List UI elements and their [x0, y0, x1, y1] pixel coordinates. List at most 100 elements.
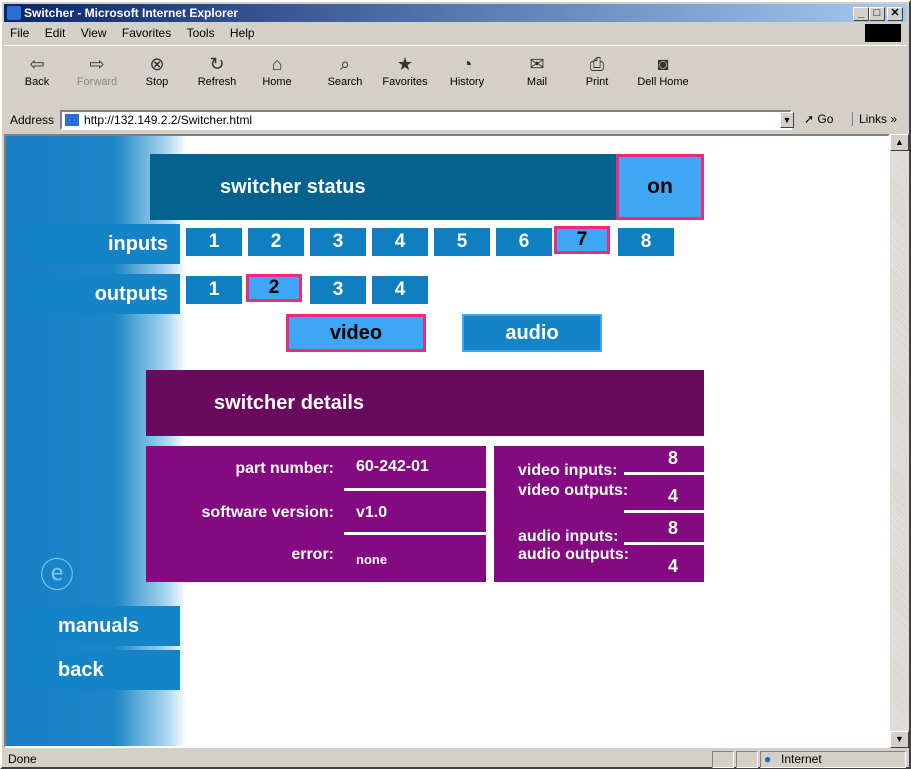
output-3-button[interactable]: 3 — [310, 276, 366, 304]
back-button[interactable]: ⇦ Back — [12, 52, 62, 98]
audio-button[interactable]: audio — [462, 314, 602, 352]
go-arrow-icon: ➚ — [804, 112, 815, 126]
audio-inputs-value: 8 — [668, 518, 679, 538]
audio-outputs-label: audio outputs: — [518, 546, 630, 563]
e-logo-icon: ⓔ — [40, 557, 74, 595]
favorites-icon: ★ — [396, 54, 414, 74]
title-bar: Switcher - Microsoft Internet Explorer _… — [4, 4, 907, 22]
history-button[interactable]: ◔ History — [442, 52, 492, 98]
close-button[interactable]: ✕ — [887, 7, 903, 21]
home-button[interactable]: ⌂ Home — [252, 52, 302, 98]
home-icon: ⌂ — [271, 54, 283, 74]
input-7-button[interactable]: 7 — [554, 226, 610, 254]
status-bar: Done ● Internet — [4, 750, 907, 769]
back-arrow-icon: ⇦ — [29, 54, 45, 74]
menu-file[interactable]: File — [4, 23, 35, 43]
refresh-button[interactable]: ↻ Refresh — [192, 52, 242, 98]
menu-edit[interactable]: Edit — [39, 23, 72, 43]
audio-outputs-value: 4 — [668, 556, 679, 576]
software-version-value: v1.0 — [356, 504, 388, 521]
video-outputs-value: 4 — [668, 486, 679, 506]
input-4-button[interactable]: 4 — [372, 228, 428, 256]
switcher-status-panel: switcher status — [150, 154, 616, 220]
menu-help[interactable]: Help — [224, 23, 261, 43]
audio-inputs-label: audio inputs: — [518, 528, 619, 545]
search-button[interactable]: ⌕ Search — [320, 52, 370, 98]
vertical-scrollbar[interactable]: ▲ ▼ — [890, 134, 909, 748]
page-icon — [65, 114, 79, 126]
input-5-button[interactable]: 5 — [434, 228, 490, 256]
toolbar: ⇦ Back ⇨ Forward ⊗ Stop ↻ Refresh ⌂ Home… — [4, 45, 907, 105]
outputs-label: outputs — [24, 274, 180, 314]
menu-bar: File Edit View Favorites Tools Help — [4, 23, 907, 43]
globe-icon: ● — [764, 752, 772, 766]
details-left-panel: part number: 60-242-01 software version:… — [146, 446, 486, 582]
back-page-button[interactable]: back — [24, 650, 180, 690]
zone-label: Internet — [781, 752, 822, 766]
divider — [624, 472, 704, 475]
video-inputs-label: video inputs: — [518, 462, 618, 479]
minimize-button[interactable]: _ — [853, 7, 869, 21]
address-label: Address — [10, 113, 55, 127]
page-content: inputs outputs ⓔ manuals back switcher s… — [4, 134, 890, 748]
switcher-details-header: switcher details — [146, 370, 704, 436]
dell-home-icon: ◙ — [657, 54, 669, 74]
print-icon: ⎙ — [589, 54, 605, 74]
windows-logo-icon — [865, 24, 901, 42]
zone-panel: ● Internet — [760, 751, 906, 768]
address-dropdown-button[interactable]: ▼ — [780, 112, 794, 128]
video-button[interactable]: video — [286, 314, 426, 352]
stop-icon: ⊗ — [149, 54, 165, 74]
status-panel — [736, 751, 758, 768]
forward-arrow-icon: ⇨ — [89, 54, 105, 74]
forward-button[interactable]: ⇨ Forward — [72, 52, 122, 98]
input-8-button[interactable]: 8 — [618, 228, 674, 256]
power-on-button[interactable]: on — [616, 154, 704, 220]
error-label: error: — [291, 546, 334, 563]
mail-button[interactable]: ✉ Mail — [512, 52, 562, 98]
address-bar: Address http://132.149.2.2/Switcher.html… — [4, 108, 907, 132]
ie-app-icon — [7, 6, 21, 20]
input-2-button[interactable]: 2 — [248, 228, 304, 256]
menu-view[interactable]: View — [75, 23, 113, 43]
stop-button[interactable]: ⊗ Stop — [132, 52, 182, 98]
status-text: Done — [8, 752, 37, 766]
maximize-button[interactable]: □ — [869, 7, 885, 21]
address-url: http://132.149.2.2/Switcher.html — [84, 113, 253, 127]
address-input[interactable]: http://132.149.2.2/Switcher.html — [60, 110, 792, 130]
print-button[interactable]: ⎙ Print — [572, 52, 622, 98]
video-inputs-value: 8 — [668, 448, 679, 468]
refresh-icon: ↻ — [209, 54, 225, 74]
input-3-button[interactable]: 3 — [310, 228, 366, 256]
window-title: Switcher - Microsoft Internet Explorer — [24, 6, 239, 20]
browser-window: Switcher - Microsoft Internet Explorer _… — [0, 0, 911, 769]
dell-home-button[interactable]: ◙ Dell Home — [632, 52, 694, 98]
software-version-label: software version: — [201, 504, 334, 521]
go-button[interactable]: ➚ Go — [804, 112, 833, 126]
search-icon: ⌕ — [339, 54, 351, 74]
status-panel — [712, 751, 734, 768]
input-6-button[interactable]: 6 — [496, 228, 552, 256]
output-2-button[interactable]: 2 — [246, 274, 302, 302]
favorites-button[interactable]: ★ Favorites — [380, 52, 430, 98]
scroll-down-button[interactable]: ▼ — [890, 731, 909, 748]
inputs-label: inputs — [24, 224, 180, 264]
output-4-button[interactable]: 4 — [372, 276, 428, 304]
scroll-up-button[interactable]: ▲ — [890, 134, 909, 151]
divider — [624, 510, 704, 513]
menu-tools[interactable]: Tools — [181, 23, 221, 43]
manuals-button[interactable]: manuals — [24, 606, 180, 646]
divider — [344, 488, 486, 491]
links-button[interactable]: Links » — [852, 112, 897, 126]
divider — [624, 542, 704, 545]
divider — [344, 532, 486, 535]
part-number-label: part number: — [235, 460, 334, 477]
history-icon: ◔ — [461, 54, 473, 74]
sidebar: inputs outputs ⓔ manuals back — [6, 136, 186, 746]
menu-favorites[interactable]: Favorites — [116, 23, 177, 43]
input-1-button[interactable]: 1 — [186, 228, 242, 256]
output-1-button[interactable]: 1 — [186, 276, 242, 304]
mail-icon: ✉ — [529, 54, 545, 74]
error-value: none — [356, 552, 388, 567]
video-outputs-label: video outputs: — [518, 482, 629, 499]
